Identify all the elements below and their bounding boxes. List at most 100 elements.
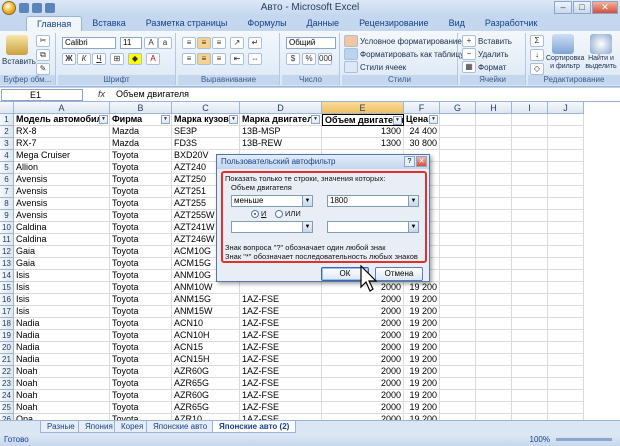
empty-cell[interactable] xyxy=(548,186,584,198)
table-cell[interactable]: Caldina xyxy=(14,234,110,246)
table-cell[interactable]: 2000 xyxy=(322,294,404,306)
bold-icon[interactable]: Ж xyxy=(62,53,76,65)
table-cell[interactable]: 2000 xyxy=(322,306,404,318)
empty-cell[interactable] xyxy=(440,198,476,210)
row-header[interactable]: 18 xyxy=(0,318,14,330)
empty-cell[interactable] xyxy=(476,246,512,258)
filter-dropdown-icon[interactable]: ▼ xyxy=(393,116,402,125)
currency-icon[interactable]: $ xyxy=(286,53,300,65)
empty-cell[interactable] xyxy=(512,258,548,270)
table-cell[interactable]: Nadia xyxy=(14,342,110,354)
table-cell[interactable]: 2000 xyxy=(322,390,404,402)
header-cell[interactable]: Фирма ▼ xyxy=(110,114,172,126)
sheet-tab[interactable]: Корея xyxy=(114,421,151,433)
empty-cell[interactable] xyxy=(440,258,476,270)
empty-cell[interactable] xyxy=(548,330,584,342)
table-cell[interactable]: 1AZ-FSE xyxy=(240,402,322,414)
empty-cell[interactable] xyxy=(548,390,584,402)
italic-icon[interactable]: К xyxy=(77,53,91,65)
column-header[interactable]: D xyxy=(240,102,322,114)
header-cell[interactable]: Цена ▼ xyxy=(404,114,440,126)
table-cell[interactable]: Toyota xyxy=(110,318,172,330)
fx-icon[interactable]: fx xyxy=(98,89,105,99)
table-cell[interactable]: Noah xyxy=(14,390,110,402)
empty-cell[interactable] xyxy=(512,150,548,162)
table-cell[interactable]: 1AZ-FSE xyxy=(240,342,322,354)
empty-cell[interactable] xyxy=(512,198,548,210)
grow-font-icon[interactable]: A xyxy=(144,37,158,49)
empty-cell[interactable] xyxy=(548,354,584,366)
condition1-operator[interactable]: меньше ▼ xyxy=(231,195,313,207)
empty-cell[interactable] xyxy=(440,294,476,306)
empty-cell[interactable] xyxy=(512,402,548,414)
table-cell[interactable]: Toyota xyxy=(110,162,172,174)
empty-cell[interactable] xyxy=(512,210,548,222)
and-radio[interactable] xyxy=(251,210,259,218)
table-cell[interactable]: 2000 xyxy=(322,378,404,390)
tab-view[interactable]: Вид xyxy=(439,16,475,31)
empty-cell[interactable] xyxy=(548,402,584,414)
column-header[interactable]: A xyxy=(14,102,110,114)
row-header[interactable]: 2 xyxy=(0,126,14,138)
table-cell[interactable]: FD3S xyxy=(172,138,240,150)
tab-formulas[interactable]: Формулы xyxy=(237,16,296,31)
table-cell[interactable]: Toyota xyxy=(110,378,172,390)
table-cell[interactable]: 19 200 xyxy=(404,318,440,330)
filter-dropdown-icon[interactable]: ▼ xyxy=(99,115,108,124)
table-cell[interactable]: Toyota xyxy=(110,366,172,378)
empty-cell[interactable] xyxy=(440,378,476,390)
empty-cell[interactable] xyxy=(476,294,512,306)
delete-cells-button[interactable]: Удалить xyxy=(478,50,509,59)
empty-cell[interactable] xyxy=(440,354,476,366)
format-as-table-icon[interactable] xyxy=(344,48,358,60)
row-header[interactable]: 14 xyxy=(0,270,14,282)
empty-cell[interactable] xyxy=(440,282,476,294)
empty-cell[interactable] xyxy=(548,306,584,318)
column-header[interactable]: H xyxy=(476,102,512,114)
empty-cell[interactable] xyxy=(548,282,584,294)
table-cell[interactable]: 13B-REW xyxy=(240,138,322,150)
table-cell[interactable]: Noah xyxy=(14,402,110,414)
table-cell[interactable]: Avensis xyxy=(14,210,110,222)
column-header[interactable]: E xyxy=(322,102,404,114)
table-cell[interactable]: 2000 xyxy=(322,330,404,342)
comma-icon[interactable]: 000 xyxy=(318,53,332,65)
table-cell[interactable]: ANM15W xyxy=(172,306,240,318)
empty-cell[interactable] xyxy=(512,162,548,174)
table-cell[interactable]: Nadia xyxy=(14,354,110,366)
table-cell[interactable]: 1300 xyxy=(322,126,404,138)
tab-developer[interactable]: Разработчик xyxy=(475,16,547,31)
row-header[interactable]: 12 xyxy=(0,246,14,258)
table-cell[interactable]: ACN15H xyxy=(172,354,240,366)
table-cell[interactable]: ANM10W xyxy=(172,282,240,294)
empty-cell[interactable] xyxy=(512,246,548,258)
empty-cell[interactable] xyxy=(476,162,512,174)
header-cell[interactable]: Марка двигателя ▼ xyxy=(240,114,322,126)
empty-cell[interactable] xyxy=(440,222,476,234)
table-cell[interactable]: Toyota xyxy=(110,306,172,318)
empty-cell[interactable] xyxy=(512,306,548,318)
font-name-combo[interactable]: Calibri xyxy=(62,37,116,49)
table-cell[interactable]: 24 400 xyxy=(404,126,440,138)
empty-cell[interactable] xyxy=(476,210,512,222)
table-cell[interactable]: Noah xyxy=(14,366,110,378)
empty-cell[interactable] xyxy=(476,390,512,402)
table-cell[interactable]: 19 200 xyxy=(404,402,440,414)
table-cell[interactable]: Toyota xyxy=(110,210,172,222)
empty-cell[interactable] xyxy=(476,198,512,210)
table-cell[interactable]: Toyota xyxy=(110,390,172,402)
empty-cell[interactable] xyxy=(440,114,476,126)
table-cell[interactable]: 19 200 xyxy=(404,330,440,342)
table-cell[interactable]: Mega Cruiser xyxy=(14,150,110,162)
empty-cell[interactable] xyxy=(548,366,584,378)
filter-dropdown-icon[interactable]: ▼ xyxy=(229,115,238,124)
select-all-corner[interactable] xyxy=(0,102,14,114)
empty-cell[interactable] xyxy=(440,174,476,186)
filter-dropdown-icon[interactable]: ▼ xyxy=(429,115,438,124)
row-header[interactable]: 20 xyxy=(0,342,14,354)
empty-cell[interactable] xyxy=(512,342,548,354)
or-radio[interactable] xyxy=(275,210,283,218)
empty-cell[interactable] xyxy=(512,126,548,138)
fill-color-icon[interactable]: ◆ xyxy=(128,53,142,65)
row-header[interactable]: 19 xyxy=(0,330,14,342)
